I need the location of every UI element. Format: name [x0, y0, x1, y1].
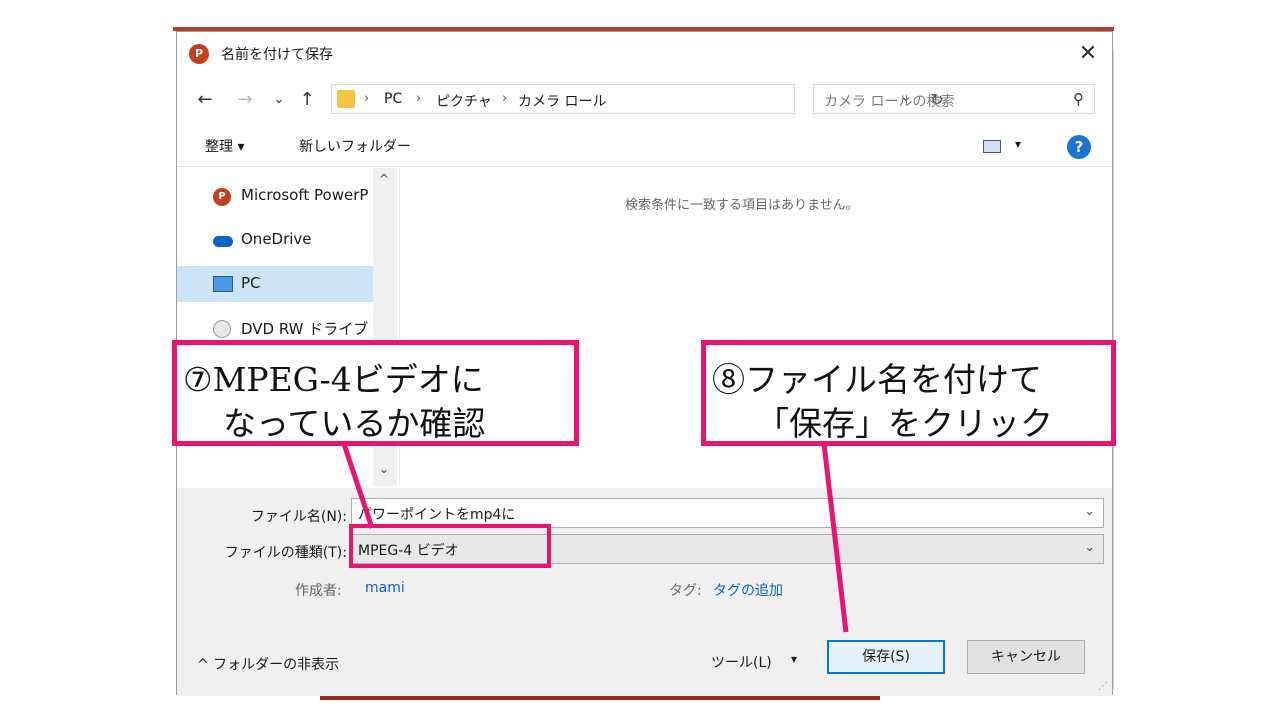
- filetype-label: ファイルの種類(T):: [224, 545, 347, 561]
- sidebar-item-label: Microsoft PowerP: [241, 186, 369, 204]
- author-label: 作成者:: [295, 583, 342, 599]
- sidebar-item-pc[interactable]: PC: [177, 266, 373, 302]
- annotation-step7-line2: なっているか確認: [223, 404, 486, 443]
- hide-folders-toggle[interactable]: ^ フォルダーの非表示: [197, 654, 339, 674]
- filetype-highlight-box: [349, 524, 551, 568]
- scroll-down-icon[interactable]: ⌄: [379, 462, 389, 476]
- tools-menu[interactable]: ツール(L): [711, 652, 772, 672]
- cancel-button[interactable]: キャンセル: [967, 640, 1085, 674]
- empty-results-message: 検索条件に一致する項目はありません。: [625, 198, 859, 213]
- onedrive-icon: [213, 236, 233, 247]
- dialog-title: 名前を付けて保存: [221, 47, 333, 63]
- chevron-down-icon[interactable]: ⌄: [1084, 540, 1095, 555]
- close-icon[interactable]: ✕: [1074, 40, 1102, 68]
- view-dropdown-icon[interactable]: ▾: [1015, 137, 1021, 151]
- up-arrow-icon[interactable]: ↑: [295, 86, 319, 114]
- back-arrow-icon[interactable]: ←: [193, 86, 217, 114]
- tags-label: タグ:: [669, 583, 702, 599]
- author-value[interactable]: mami: [365, 580, 405, 596]
- save-button[interactable]: 保存(S): [827, 640, 945, 674]
- title-bar: P 名前を付けて保存 ✕: [177, 32, 1112, 76]
- breadcrumb-separator: ›: [416, 91, 422, 106]
- address-bar[interactable]: › PC › ピクチャ › カメラ ロール ⌄ ↻: [331, 84, 944, 114]
- dvd-drive-icon: [213, 320, 231, 338]
- add-tag-link[interactable]: タグの追加: [713, 580, 783, 600]
- recent-locations-icon[interactable]: ⌄: [267, 86, 291, 114]
- view-options-icon[interactable]: [983, 140, 1001, 153]
- annotation-step8: ⑧ファイル名を付けて 「保存」をクリック: [701, 340, 1116, 446]
- search-box[interactable]: カメラ ロールの検索 ⚲: [813, 84, 1095, 114]
- forward-arrow-icon[interactable]: →: [233, 86, 257, 114]
- sidebar-item-label: PC: [241, 274, 261, 292]
- chevron-down-icon[interactable]: ⌄: [1084, 504, 1095, 519]
- command-bar: 整理 ▾ 新しいフォルダー ▾ ?: [177, 130, 1112, 164]
- powerpoint-icon: P: [213, 188, 231, 206]
- scroll-up-icon[interactable]: ^: [379, 172, 389, 186]
- breadcrumb-separator: ›: [502, 91, 508, 106]
- sidebar-item-onedrive[interactable]: OneDrive: [177, 222, 373, 258]
- save-options-panel: ファイル名(N): パワーポイントをmp4に ⌄ ファイルの種類(T): MPE…: [177, 488, 1112, 696]
- powerpoint-app-icon: P: [189, 44, 209, 64]
- breadcrumb-pictures[interactable]: ピクチャ: [436, 91, 492, 111]
- annotation-step8-line1: ⑧ファイル名を付けて: [712, 360, 1042, 399]
- toolbar-divider: [177, 166, 1112, 167]
- tools-dropdown-icon[interactable]: ▾: [791, 652, 797, 666]
- sidebar-item-label: DVD RW ドライブ (F: [241, 320, 388, 338]
- sidebar-item-powerpoint[interactable]: P Microsoft PowerP: [177, 178, 373, 214]
- annotation-step7-line1: ⑦MPEG-4ビデオに: [183, 360, 484, 399]
- sidebar-item-label: OneDrive: [241, 230, 312, 248]
- breadcrumb-pc[interactable]: PC: [384, 91, 402, 107]
- organize-menu[interactable]: 整理 ▾: [205, 136, 244, 156]
- folder-icon: [337, 90, 355, 108]
- filename-value: パワーポイントをmp4に: [358, 507, 516, 523]
- pc-icon: [213, 276, 233, 292]
- breadcrumb-separator: ›: [364, 91, 370, 106]
- search-placeholder: カメラ ロールの検索: [824, 94, 955, 110]
- filename-label: ファイル名(N):: [250, 509, 347, 525]
- search-icon[interactable]: ⚲: [1073, 90, 1084, 108]
- help-icon[interactable]: ?: [1067, 135, 1091, 159]
- resize-grip-icon[interactable]: ⋰: [1098, 681, 1108, 692]
- annotation-step7: ⑦MPEG-4ビデオに なっているか確認: [172, 340, 579, 446]
- navigation-bar: ← → ⌄ ↑ › PC › ピクチャ › カメラ ロール ⌄ ↻ カメラ ロー…: [177, 84, 1112, 118]
- annotation-step8-line2: 「保存」をクリック: [756, 404, 1053, 443]
- breadcrumb-camera-roll[interactable]: カメラ ロール: [518, 91, 606, 111]
- new-folder-button[interactable]: 新しいフォルダー: [299, 136, 411, 156]
